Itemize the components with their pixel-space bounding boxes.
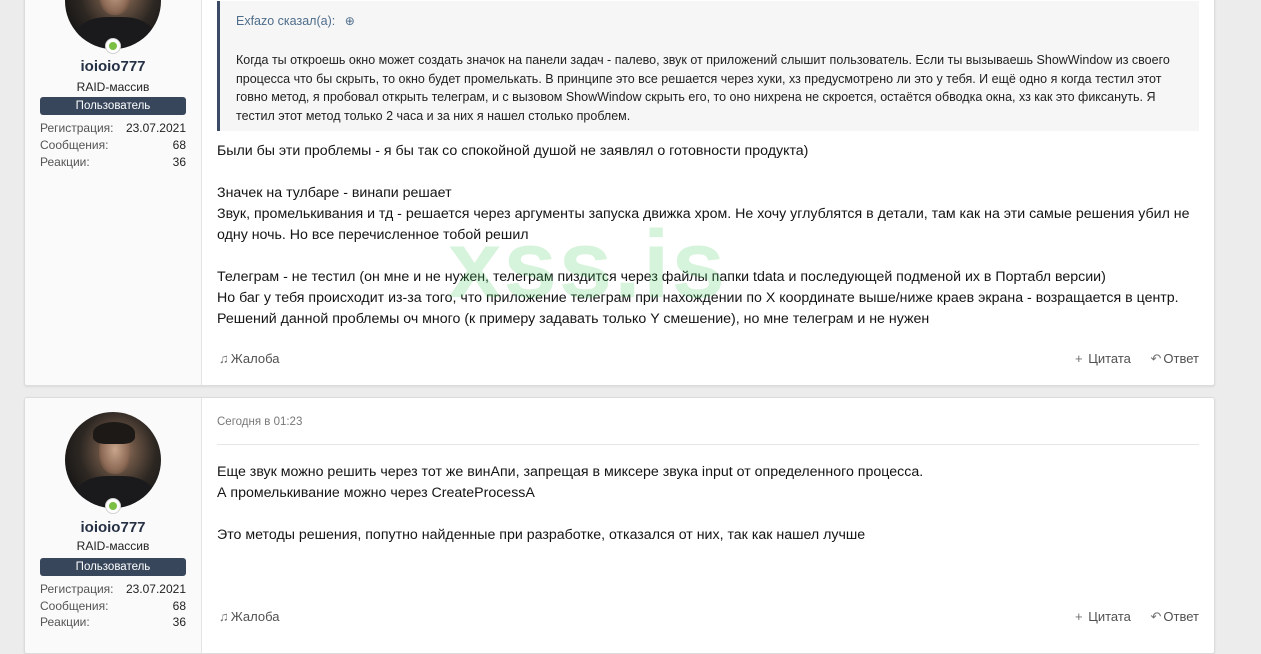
quote-label: Цитата	[1088, 609, 1131, 624]
reply-button[interactable]: ↶ Ответ	[1151, 351, 1200, 366]
divider	[217, 444, 1199, 445]
bell-icon: ♫	[219, 609, 229, 624]
post-actions: ♫ Жалоба + Цитата ↶ Ответ	[217, 609, 1199, 629]
post-content: Сегодня в 01:23 Еще звук можно решить че…	[217, 398, 1199, 653]
jump-to-quote-icon[interactable]: ⊕	[345, 14, 355, 28]
post-paragraph: Еще звук можно решить через тот же винАп…	[217, 464, 924, 480]
stat-value: 23.07.2021	[125, 121, 186, 135]
user-title: RAID-массив	[76, 539, 150, 553]
post-body: Еще звук можно решить через тот же винАп…	[217, 462, 1199, 546]
report-button[interactable]: ♫ Жалоба	[219, 609, 279, 624]
reply-button[interactable]: ↶ Ответ	[1151, 609, 1200, 624]
user-info-panel: ioioio777 RAID-массив Пользователь Регис…	[25, 398, 202, 653]
stat-messages: Сообщения: 68	[40, 138, 186, 154]
username-link[interactable]: ioioio777	[25, 58, 201, 75]
post-content: Exfazo сказал(а): ⊕ Когда ты откроешь ок…	[217, 0, 1199, 385]
post-paragraph: Но баг у тебя происходит из-за того, что…	[217, 290, 1179, 327]
post-paragraph: А промелькивание можно через CreateProce…	[217, 485, 535, 501]
post-actions: ♫ Жалоба + Цитата ↶ Ответ	[217, 351, 1199, 371]
stat-value: 68	[172, 138, 186, 152]
stat-registration: Регистрация: 23.07.2021	[40, 121, 186, 137]
post-date-link[interactable]: Сегодня в 01:23	[217, 416, 302, 428]
user-title: RAID-массив	[76, 80, 150, 94]
reply-label: Ответ	[1163, 351, 1199, 366]
stat-reactions: Реакции: 36	[40, 155, 186, 171]
quote-block: Exfazo сказал(а): ⊕ Когда ты откроешь ок…	[217, 1, 1199, 131]
reply-icon: ↶	[1150, 351, 1162, 366]
post: ioioio777 RAID-массив Пользователь Регис…	[24, 397, 1215, 654]
quote-text: Когда ты откроешь окно может создать зна…	[236, 53, 1170, 123]
report-label: Жалоба	[230, 609, 280, 624]
quote-author-link[interactable]: Exfazo сказал(а):	[236, 14, 335, 28]
stat-label: Реакции:	[40, 615, 90, 629]
plus-icon: +	[1074, 609, 1083, 624]
post-paragraph: Телеграм - не тестил (он мне и не нужен,…	[217, 269, 1106, 285]
online-status-icon	[105, 38, 121, 54]
user-badge: Пользователь	[40, 558, 186, 576]
stat-value: 68	[172, 599, 186, 613]
post-body: Были бы эти проблемы - я бы так со споко…	[217, 141, 1199, 330]
avatar[interactable]	[65, 412, 161, 508]
username-link[interactable]: ioioio777	[25, 519, 201, 536]
post-paragraph: Значек на тулбаре - винапи решает	[217, 185, 452, 201]
stat-label: Сообщения:	[40, 138, 109, 152]
quote-label: Цитата	[1088, 351, 1131, 366]
post-paragraph: Звук, промелькивания и тд - решается чер…	[217, 206, 1190, 243]
post-paragraph: Были бы эти проблемы - я бы так со споко…	[217, 143, 809, 159]
stat-value: 23.07.2021	[125, 582, 186, 596]
user-info-panel: ioioio777 RAID-массив Пользователь Регис…	[25, 0, 202, 385]
post: ioioio777 RAID-массив Пользователь Регис…	[24, 0, 1215, 386]
post-paragraph: Это методы решения, попутно найденные пр…	[217, 527, 866, 543]
plus-icon: +	[1074, 351, 1083, 366]
reply-icon: ↶	[1150, 609, 1162, 624]
reply-label: Ответ	[1163, 609, 1199, 624]
report-label: Жалоба	[230, 351, 280, 366]
stat-reactions: Реакции: 36	[40, 615, 186, 631]
stat-value: 36	[172, 615, 186, 629]
quote-button[interactable]: + Цитата	[1075, 609, 1131, 624]
stat-label: Регистрация:	[40, 121, 114, 135]
stat-label: Реакции:	[40, 155, 90, 169]
stat-messages: Сообщения: 68	[40, 599, 186, 615]
stat-label: Регистрация:	[40, 582, 114, 596]
stat-label: Сообщения:	[40, 599, 109, 613]
stat-value: 36	[172, 155, 186, 169]
bell-icon: ♫	[219, 351, 229, 366]
user-badge: Пользователь	[40, 97, 186, 115]
report-button[interactable]: ♫ Жалоба	[219, 351, 279, 366]
online-status-icon	[105, 498, 121, 514]
stat-registration: Регистрация: 23.07.2021	[40, 582, 186, 598]
quote-header: Exfazo сказал(а): ⊕	[236, 14, 355, 28]
quote-button[interactable]: + Цитата	[1075, 351, 1131, 366]
